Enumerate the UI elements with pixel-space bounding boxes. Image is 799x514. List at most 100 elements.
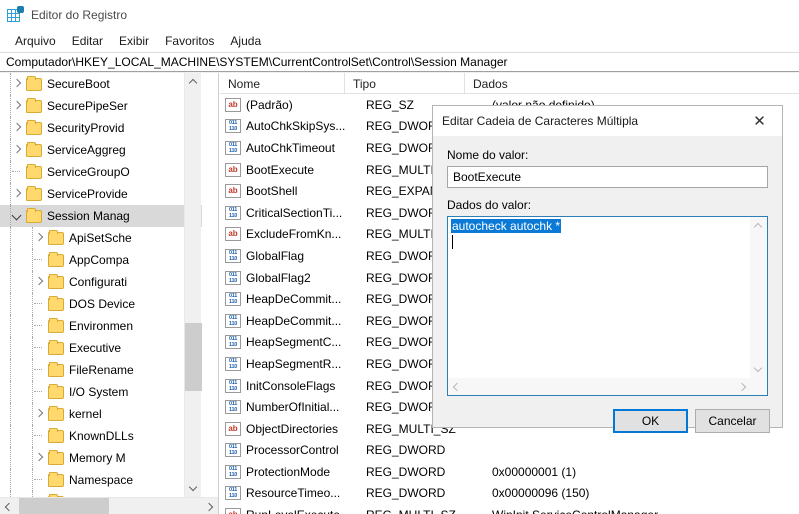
tree-vertical-scroll-thumb[interactable]: [185, 323, 202, 391]
tree-item-i-o-system[interactable]: I/O System: [0, 381, 202, 403]
dword-value-icon: 011 110: [225, 292, 241, 307]
tree-item-executive[interactable]: Executive: [0, 337, 202, 359]
chevron-right-icon[interactable]: [10, 73, 26, 95]
tree-indent-guide: [10, 249, 11, 271]
tree-item-label: Memory M: [69, 451, 126, 465]
tree-item-memory-m[interactable]: Memory M: [0, 447, 202, 469]
table-row[interactable]: 011 110 ProtectionMode REG_DWORD 0x00000001 …: [220, 461, 799, 483]
value-name-cell: HeapSegmentR...: [246, 356, 342, 371]
value-data-cell: 0x00000096 (150): [492, 486, 590, 501]
ok-button[interactable]: OK: [613, 409, 688, 433]
menu-item-editar[interactable]: Editar: [64, 32, 111, 50]
tree-item-dos-device[interactable]: DOS Device: [0, 293, 202, 315]
tree-leaf-connector-icon: [32, 315, 48, 337]
table-row[interactable]: 011 110 ResourceTimeo... REG_DWORD 0x0000009…: [220, 483, 799, 505]
folder-icon: [48, 317, 64, 333]
menu-item-exibir[interactable]: Exibir: [111, 32, 157, 50]
value-data-textarea[interactable]: autocheck autochk *: [447, 216, 768, 396]
dword-value-icon: 011 110: [225, 356, 241, 371]
value-data-cell: WinInit ServiceControlManager: [492, 508, 799, 514]
textarea-vertical-scrollbar[interactable]: [750, 217, 767, 378]
tree-item-filerename[interactable]: FileRename: [0, 359, 202, 381]
value-type-cell: REG_DWORD: [366, 443, 446, 458]
tree-item-securepipeser[interactable]: SecurePipeSer: [0, 95, 202, 117]
menu-item-ajuda[interactable]: Ajuda: [222, 32, 269, 50]
folder-icon: [26, 119, 42, 135]
tree-scroll-right-icon[interactable]: [202, 498, 218, 514]
chevron-right-icon[interactable]: [10, 95, 26, 117]
tree-scroll-down-icon[interactable]: [185, 480, 202, 497]
chevron-down-icon[interactable]: [10, 205, 26, 227]
dword-value-icon: 011 110: [225, 270, 241, 285]
registry-tree[interactable]: SecureBoot SecurePipeSer SecurityProvid Ser…: [0, 73, 202, 497]
value-name-input[interactable]: BootExecute: [447, 166, 768, 188]
tree-item-label: Executive: [69, 341, 122, 355]
value-name-cell: ObjectDirectories: [246, 421, 339, 436]
title-bar: Editor do Registro: [0, 0, 799, 30]
chevron-right-icon[interactable]: [32, 227, 48, 249]
tree-item-knowndlls[interactable]: KnownDLLs: [0, 425, 202, 447]
tree-item-secureboot[interactable]: SecureBoot: [0, 73, 202, 95]
chevron-right-icon[interactable]: [32, 271, 48, 293]
menu-item-arquivo[interactable]: Arquivo: [7, 32, 64, 50]
dword-value-icon: 011 110: [225, 205, 241, 220]
table-row[interactable]: ab RunLevelExecuteREG_MULTI_SZWinInit Ser…: [220, 504, 799, 514]
tree-item-apisetsche[interactable]: ApiSetSche: [0, 227, 202, 249]
tree-item-configurati[interactable]: Configurati: [0, 271, 202, 293]
folder-icon: [48, 405, 64, 421]
tree-vertical-scrollbar[interactable]: [184, 73, 202, 497]
tree-item-environmen[interactable]: Environmen: [0, 315, 202, 337]
tree-item-label: DOS Device: [69, 297, 136, 311]
cancel-button[interactable]: Cancelar: [695, 409, 770, 433]
dword-value-icon: 011 110: [225, 443, 241, 458]
chevron-right-icon[interactable]: [32, 447, 48, 469]
tree-item-serviceaggreg[interactable]: ServiceAggreg: [0, 139, 202, 161]
tree-item-servicegroupo[interactable]: ServiceGroupO: [0, 161, 202, 183]
value-name-cell: GlobalFlag: [246, 248, 305, 263]
tree-item-kernel[interactable]: kernel: [0, 403, 202, 425]
tree-indent-guide: [10, 293, 11, 315]
dword-value-icon: 011 110: [225, 464, 241, 479]
tree-item-namespace[interactable]: Namespace: [0, 469, 202, 491]
value-type-cell: REG_DWORD: [366, 464, 446, 479]
menu-item-favoritos[interactable]: Favoritos: [157, 32, 222, 50]
folder-icon: [48, 427, 64, 443]
tree-leaf-connector-icon: [32, 425, 48, 447]
folder-icon: [26, 97, 42, 113]
tree-item-label: SecurityProvid: [47, 121, 125, 135]
close-icon[interactable]: ✕: [737, 106, 782, 136]
column-header-nome[interactable]: Nome: [220, 73, 345, 94]
tree-indent-guide: [10, 403, 11, 425]
textarea-scroll-down-icon[interactable]: [750, 361, 767, 378]
string-value-icon: ab: [225, 162, 241, 177]
table-row[interactable]: 011 110 ProcessorControl REG_DWORD: [220, 440, 799, 462]
textarea-scroll-left-icon[interactable]: [448, 378, 465, 395]
tree-indent-guide: [10, 227, 11, 249]
folder-icon: [48, 339, 64, 355]
chevron-right-icon[interactable]: [10, 117, 26, 139]
chevron-right-icon[interactable]: [10, 183, 26, 205]
chevron-right-icon[interactable]: [10, 139, 26, 161]
dword-value-icon: 011 110: [225, 378, 241, 393]
textarea-scroll-up-icon[interactable]: [750, 217, 767, 234]
tree-horizontal-scrollbar[interactable]: [0, 497, 218, 514]
column-header-tipo[interactable]: Tipo: [345, 73, 465, 94]
textarea-horizontal-scrollbar[interactable]: [448, 378, 767, 395]
dword-value-icon: 011 110: [225, 313, 241, 328]
tree-item-label: ApiSetSche: [69, 231, 132, 245]
textarea-scroll-corner: [750, 378, 767, 395]
address-bar[interactable]: Computador\HKEY_LOCAL_MACHINE\SYSTEM\Cur…: [0, 52, 799, 72]
tree-item-session-manag[interactable]: Session Manag: [0, 205, 202, 227]
tree-item-label: SecureBoot: [47, 77, 110, 91]
tree-scroll-up-icon[interactable]: [185, 73, 202, 90]
tree-item-label: AppCompa: [69, 253, 130, 267]
tree-horizontal-scroll-thumb[interactable]: [19, 498, 109, 514]
column-header-dados[interactable]: Dados: [465, 73, 799, 94]
tree-item-appcompa[interactable]: AppCompa: [0, 249, 202, 271]
tree-item-securityprovid[interactable]: SecurityProvid: [0, 117, 202, 139]
tree-scroll-left-icon[interactable]: [0, 498, 17, 514]
dword-value-icon: 011 110: [225, 119, 241, 134]
chevron-right-icon[interactable]: [32, 403, 48, 425]
value-name-cell: InitConsoleFlags: [246, 378, 336, 393]
tree-item-serviceprovide[interactable]: ServiceProvide: [0, 183, 202, 205]
